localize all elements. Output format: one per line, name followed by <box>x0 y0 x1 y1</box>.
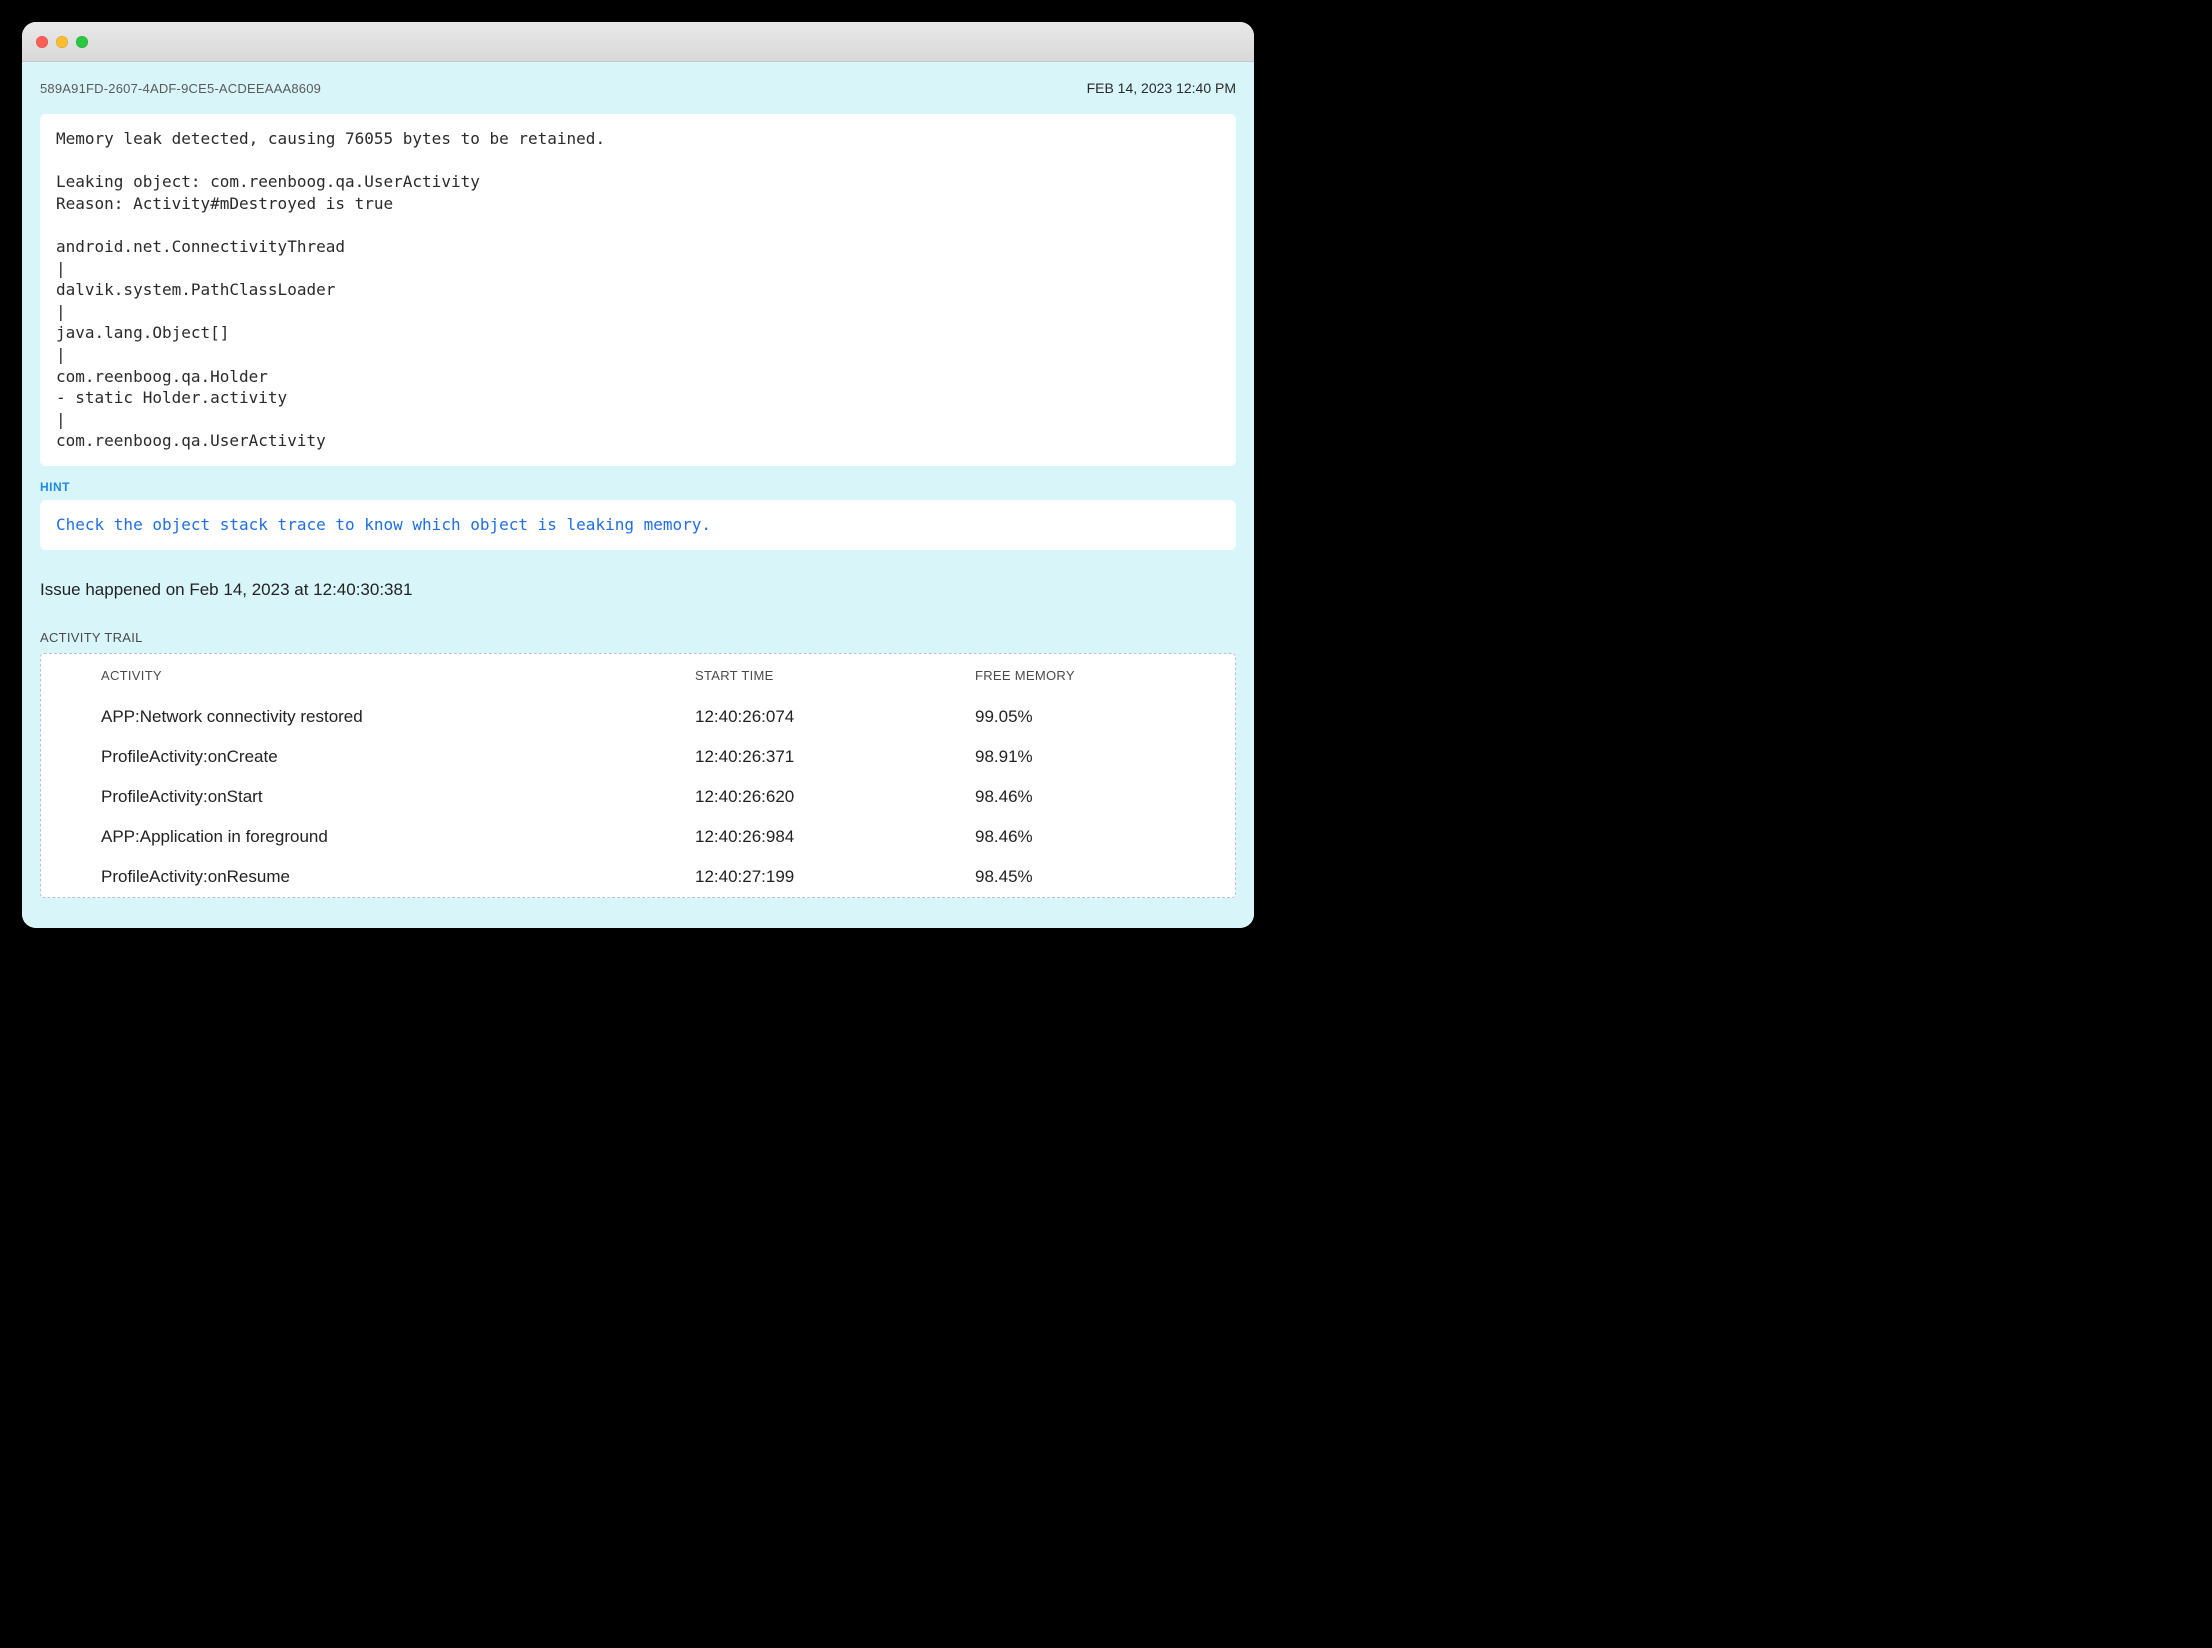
hint-label: HINT <box>40 480 1236 494</box>
cell-activity: APP:Network connectivity restored <box>101 707 695 727</box>
cell-start: 12:40:27:199 <box>695 867 975 887</box>
activity-trail-table: ACTIVITY START TIME FREE MEMORY APP:Netw… <box>40 653 1236 898</box>
cell-mem: 98.46% <box>975 827 1235 847</box>
cell-activity: ProfileActivity:onStart <box>101 787 695 807</box>
cell-start: 12:40:26:371 <box>695 747 975 767</box>
cell-mem: 98.45% <box>975 867 1235 887</box>
titlebar <box>22 22 1254 62</box>
stack-trace: Memory leak detected, causing 76055 byte… <box>40 114 1236 466</box>
cell-activity: ProfileActivity:onResume <box>101 867 695 887</box>
header-timestamp: FEB 14, 2023 12:40 PM <box>1087 80 1236 96</box>
minimize-icon[interactable] <box>56 36 68 48</box>
table-row: ProfileActivity:onResume 12:40:27:199 98… <box>41 857 1235 897</box>
session-id: 589A91FD-2607-4ADF-9CE5-ACDEEAAA8609 <box>40 81 321 96</box>
table-row: APP:Network connectivity restored 12:40:… <box>41 697 1235 737</box>
activity-trail-label: ACTIVITY TRAIL <box>40 630 1236 645</box>
content-pane: 589A91FD-2607-4ADF-9CE5-ACDEEAAA8609 FEB… <box>22 62 1254 928</box>
table-row: ProfileActivity:onCreate 12:40:26:371 98… <box>41 737 1235 777</box>
hint-text: Check the object stack trace to know whi… <box>40 500 1236 550</box>
table-row: APP:Application in foreground 12:40:26:9… <box>41 817 1235 857</box>
col-mem: FREE MEMORY <box>975 668 1235 683</box>
table-header: ACTIVITY START TIME FREE MEMORY <box>41 664 1235 697</box>
cell-start: 12:40:26:984 <box>695 827 975 847</box>
cell-start: 12:40:26:620 <box>695 787 975 807</box>
col-start: START TIME <box>695 668 975 683</box>
cell-start: 12:40:26:074 <box>695 707 975 727</box>
table-row: ProfileActivity:onStart 12:40:26:620 98.… <box>41 777 1235 817</box>
col-activity: ACTIVITY <box>101 668 695 683</box>
cell-activity: ProfileActivity:onCreate <box>101 747 695 767</box>
cell-activity: APP:Application in foreground <box>101 827 695 847</box>
zoom-icon[interactable] <box>76 36 88 48</box>
app-window: 589A91FD-2607-4ADF-9CE5-ACDEEAAA8609 FEB… <box>22 22 1254 928</box>
cell-mem: 99.05% <box>975 707 1235 727</box>
cell-mem: 98.91% <box>975 747 1235 767</box>
close-icon[interactable] <box>36 36 48 48</box>
issue-timestamp-line: Issue happened on Feb 14, 2023 at 12:40:… <box>40 580 1236 600</box>
cell-mem: 98.46% <box>975 787 1235 807</box>
